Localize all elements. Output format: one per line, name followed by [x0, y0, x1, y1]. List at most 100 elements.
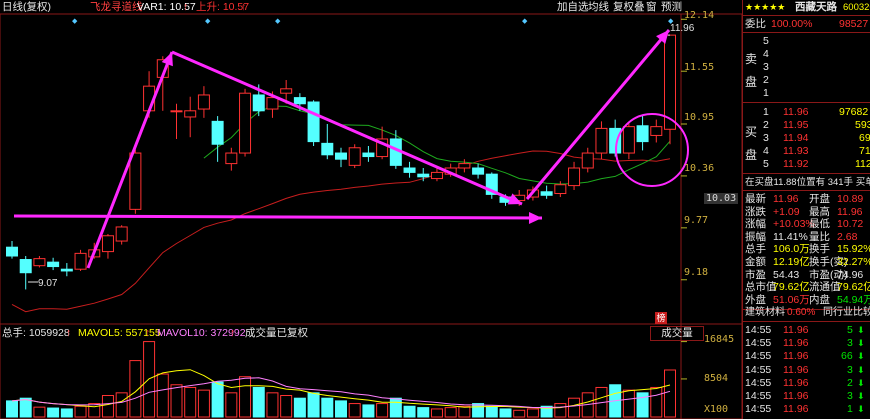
volume-bar-down — [362, 404, 375, 418]
candle-body-down — [6, 246, 18, 257]
candlestick — [581, 147, 594, 173]
price-axis-tick: 9.77 — [684, 215, 709, 226]
volume-bar-down — [417, 407, 430, 418]
arrow-head — [528, 211, 542, 224]
price-axis-tick: 10.95 — [684, 112, 715, 123]
candle-body-down — [417, 173, 430, 178]
candle-body-up — [650, 126, 663, 136]
sell-level-row[interactable]: 1 — [743, 87, 870, 100]
sector-tab[interactable]: 建筑材料 — [745, 305, 785, 321]
industry-compare-tab[interactable]: 同行业比较 — [823, 305, 870, 321]
candle-body-up — [554, 184, 567, 195]
volume-bar-down — [472, 403, 485, 418]
forecast-button[interactable]: 预测 — [660, 1, 683, 13]
candle-body-down — [636, 125, 649, 143]
add-watchlist-button[interactable]: 加自选 — [556, 1, 590, 13]
volume-bar-up — [74, 405, 87, 418]
candlestick — [403, 161, 416, 178]
volume-bar-down — [6, 400, 18, 418]
volume-bar-up — [622, 389, 635, 418]
volume-bar-up — [88, 403, 101, 418]
candle-body-down — [540, 191, 553, 196]
arrow-shaft — [86, 51, 174, 269]
volume-axis-unit: X100 — [704, 404, 729, 415]
candlestick — [348, 144, 361, 168]
candle-body-down — [293, 97, 306, 105]
volume-axis-tick: 16845 — [704, 334, 735, 345]
weibi-row: 委比 100.00% 98527 — [743, 18, 870, 31]
candle-body-down — [47, 261, 60, 268]
volume-bar-up — [280, 395, 293, 418]
candle-body-up — [170, 110, 183, 113]
tick-direction-icon: ⬇ — [857, 325, 865, 335]
tick-direction-icon: ⬇ — [857, 338, 865, 349]
sell-level-row[interactable]: 5 — [743, 35, 870, 48]
star-rating-icon: ★★★★★ — [745, 2, 786, 12]
sell-level-row[interactable]: 3 — [743, 61, 870, 74]
candlestick — [472, 163, 485, 179]
volume-bar-up — [376, 403, 389, 418]
quote-row: 金额 12.19亿 换手(实) 32.27% — [745, 256, 870, 268]
volume-bar-up — [444, 407, 457, 418]
candle-body-up — [115, 226, 128, 242]
weibi-label: 委比 — [745, 18, 766, 30]
stock-name: 西藏天路 — [795, 1, 837, 13]
quote-row: 总市值 79.62亿 流通值 79.62亿 — [745, 281, 870, 294]
sell-level-row[interactable]: 4 — [743, 48, 870, 61]
period-label[interactable]: 日线(复权) — [2, 0, 51, 14]
window-button[interactable]: 窗 — [645, 1, 658, 13]
volume-axis-tick: 8504 — [704, 373, 729, 384]
volume-indicator-tab[interactable]: 成交量 — [650, 326, 704, 341]
volume-bar-down — [485, 405, 498, 418]
candlestick — [458, 159, 471, 173]
kline-chart-canvas[interactable]: ◆ ◆ ◆ ◆ ◆ — [0, 0, 742, 419]
tick-row: 14:55 11.96 2 ⬇ — [745, 376, 865, 389]
candlestick — [239, 88, 252, 157]
low-price-label: 9.07 — [38, 278, 58, 289]
tick-direction-icon: ⬇ — [857, 377, 865, 388]
candle-body-up — [430, 171, 443, 180]
candle-body-up — [129, 152, 142, 210]
candlestick — [568, 161, 581, 190]
volume-bar-down — [19, 397, 32, 418]
sell-level-row[interactable]: 2 — [743, 74, 870, 87]
candlestick — [170, 103, 183, 139]
tick-direction-icon: ⬇ — [857, 391, 865, 401]
tick-direction-icon: ⬇ — [857, 351, 865, 362]
volume-bar-down — [499, 408, 512, 418]
quote-panel: ★★★★★ 西藏天路 600326 委比 100.00% 98527 卖 盘 5… — [742, 0, 870, 419]
tick-row: 14:55 11.96 66 ⬇ — [745, 350, 865, 363]
candle-body-up — [74, 252, 87, 270]
volume-mode-label: 成交量已复权 — [245, 327, 308, 339]
overlay-button[interactable]: 叠 — [633, 1, 646, 13]
volume-bar-up — [513, 409, 526, 418]
arrow-shaft — [13, 214, 543, 220]
candlestick — [60, 263, 73, 277]
volume-total-up-icon: ↑ — [66, 327, 72, 339]
price-axis-current: 10.03 — [704, 193, 739, 204]
buy-level-row[interactable]: 5 11.92 112 — [743, 158, 870, 171]
candlestick — [74, 249, 87, 271]
buy-level-row[interactable]: 1 11.96 97682 — [743, 106, 870, 119]
drawn-arrow-fall — [171, 50, 523, 206]
candle-body-up — [458, 163, 471, 169]
buy-level-row[interactable]: 4 11.93 71 — [743, 145, 870, 158]
volume-bar-up — [664, 369, 676, 418]
quote-row: 市盈 54.43 市盈(动) 74.96 — [745, 268, 864, 281]
candle-body-up — [581, 152, 594, 169]
volume-bar-down — [47, 407, 60, 418]
candlestick — [211, 116, 224, 162]
fuquan-button[interactable]: 复权 — [612, 1, 635, 13]
var1-up-arrow-icon: ↑ — [183, 1, 189, 13]
mavol5-up-icon: ↑ — [145, 327, 151, 339]
buy-level-row[interactable]: 2 11.95 593 — [743, 119, 870, 132]
moving-average-button[interactable]: 均线 — [587, 1, 610, 13]
volume-bar-up — [115, 392, 128, 418]
candle-body-up — [595, 127, 608, 154]
rank-badge[interactable]: 榜 — [655, 312, 667, 324]
volume-bar-down — [293, 397, 306, 418]
candle-body-down — [19, 259, 32, 274]
buy-level-row[interactable]: 3 11.94 69 — [743, 132, 870, 145]
candle-body-up — [348, 147, 361, 166]
candle-body-up — [280, 88, 293, 94]
